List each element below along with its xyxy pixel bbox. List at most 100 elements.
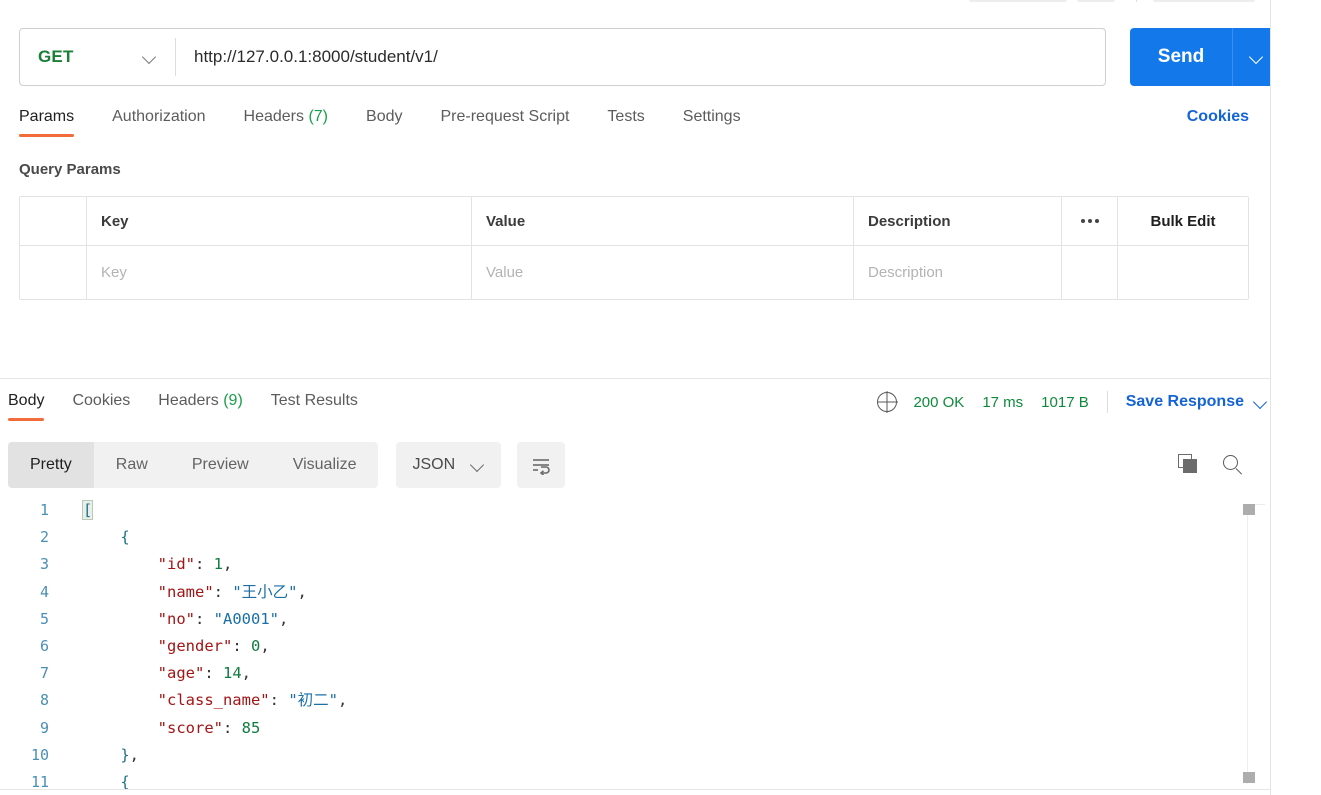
- tab-authorization-label: Authorization: [112, 108, 206, 125]
- response-tab-headers-count: (9): [223, 392, 243, 409]
- code-line: 10 },: [0, 742, 1270, 769]
- response-tab-cookies-label: Cookies: [72, 392, 131, 409]
- row-checkbox-cell[interactable]: [20, 246, 87, 299]
- chevron-down-icon: [143, 50, 157, 64]
- code-token: "id": [157, 555, 195, 574]
- response-tab-body[interactable]: Body: [8, 389, 45, 421]
- code-token: :: [204, 664, 223, 683]
- tab-settings[interactable]: Settings: [683, 105, 741, 137]
- code-token: "score": [157, 718, 223, 737]
- cookies-link[interactable]: Cookies: [1187, 105, 1249, 126]
- code-line-text: {: [63, 524, 1270, 551]
- line-number: 10: [30, 745, 49, 764]
- copy-icon[interactable]: [1178, 454, 1200, 476]
- code-token: :: [222, 718, 242, 737]
- response-time: 17 ms: [982, 393, 1024, 411]
- line-number: 9: [39, 718, 49, 737]
- row-key-input[interactable]: Key: [87, 246, 472, 299]
- row-description-input[interactable]: Description: [854, 246, 1062, 299]
- more-options-icon: [1080, 219, 1099, 223]
- row-value-input[interactable]: Value: [472, 246, 854, 299]
- url-input[interactable]: http://127.0.0.1:8000/student/v1/: [176, 29, 1105, 85]
- line-number: 8: [39, 691, 49, 710]
- code-token: ,: [241, 664, 252, 683]
- bulk-edit-button[interactable]: Bulk Edit: [1118, 197, 1248, 245]
- code-line-text: "id": 1,: [63, 551, 1270, 578]
- chevron-down-icon: [1250, 50, 1264, 64]
- tab-tests[interactable]: Tests: [607, 105, 644, 137]
- response-tab-headers-label: Headers: [158, 392, 219, 409]
- search-icon[interactable]: [1222, 454, 1244, 476]
- format-label: JSON: [412, 456, 456, 473]
- scrollbar-thumb-top[interactable]: [1243, 504, 1255, 515]
- method-url-group: GET http://127.0.0.1:8000/student/v1/: [19, 28, 1106, 86]
- response-meta: 200 OK 17 ms 1017 B Save Response: [877, 389, 1268, 413]
- code-token: ,: [337, 691, 348, 710]
- send-button[interactable]: Send: [1130, 28, 1232, 86]
- save-response-button[interactable]: Save Response: [1126, 393, 1244, 411]
- tab-headers[interactable]: Headers (7): [244, 105, 329, 137]
- view-mode-visualize[interactable]: Visualize: [271, 442, 379, 488]
- code-token: {: [120, 528, 130, 547]
- code-token: ,: [129, 745, 140, 764]
- right-sidebar-pane: [1271, 0, 1321, 795]
- response-tab-test-results-label: Test Results: [270, 392, 358, 409]
- bottom-edge-divider: [0, 789, 1270, 790]
- tab-pre-request-script-label: Pre-request Script: [440, 108, 570, 125]
- code-line: 11 {: [0, 769, 1270, 795]
- request-url-bar: GET http://127.0.0.1:8000/student/v1/ Se…: [19, 28, 1280, 86]
- view-mode-raw[interactable]: Raw: [94, 442, 170, 488]
- code-token: ,: [278, 609, 289, 628]
- response-tab-headers[interactable]: Headers (9): [158, 389, 243, 421]
- top-chrome-separator: [1136, 0, 1137, 2]
- table-options-button[interactable]: [1062, 197, 1118, 245]
- json-code: 1[2 {3 "id": 1, 4 "name": "王小乙", 5 "no": "…: [0, 497, 1270, 795]
- code-line-text: "no": "A0001",: [63, 606, 1270, 633]
- response-tab-cookies[interactable]: Cookies: [72, 389, 130, 421]
- format-selector[interactable]: JSON: [396, 442, 502, 488]
- line-number: 11: [30, 772, 49, 791]
- header-key: Key: [87, 197, 472, 245]
- url-text: http://127.0.0.1:8000/student/v1/: [194, 47, 438, 66]
- response-tabs: Body Cookies Headers (9) Test Results 20…: [8, 389, 1268, 429]
- response-body-toolbar: Pretty Raw Preview Visualize JSON: [8, 442, 1268, 488]
- code-token: ,: [223, 555, 233, 574]
- view-mode-pretty[interactable]: Pretty: [8, 442, 94, 488]
- code-line-text: "class_name": "初二",: [63, 687, 1270, 714]
- line-number: 6: [39, 636, 49, 655]
- code-token: }: [120, 745, 130, 764]
- chevron-down-icon[interactable]: [1254, 395, 1268, 409]
- tab-params[interactable]: Params: [19, 105, 75, 137]
- word-wrap-icon: [533, 459, 550, 475]
- word-wrap-button[interactable]: [517, 442, 566, 488]
- line-number: 7: [39, 664, 49, 683]
- code-token: "no": [157, 609, 195, 628]
- tab-pre-request-script[interactable]: Pre-request Script: [440, 105, 569, 137]
- header-checkbox-cell: [20, 197, 87, 245]
- code-token: ,: [260, 636, 270, 655]
- code-token: ,: [297, 582, 307, 601]
- code-token: "初二": [288, 691, 338, 710]
- code-token: "王小乙": [232, 582, 298, 601]
- tab-authorization[interactable]: Authorization: [112, 105, 205, 137]
- code-token: 85: [241, 718, 261, 737]
- code-line-text: "name": "王小乙",: [63, 579, 1270, 606]
- scrollbar-thumb-bottom[interactable]: [1243, 772, 1255, 783]
- view-mode-preview[interactable]: Preview: [170, 442, 271, 488]
- code-token: :: [194, 609, 214, 628]
- tab-headers-label: Headers: [243, 108, 304, 125]
- response-body-viewer[interactable]: 1[2 {3 "id": 1, 4 "name": "王小乙", 5 "no": "…: [0, 497, 1270, 795]
- response-tab-test-results[interactable]: Test Results: [271, 389, 358, 421]
- code-token: 1: [213, 555, 223, 574]
- globe-icon[interactable]: [877, 392, 898, 412]
- http-method-selector[interactable]: GET: [20, 29, 175, 85]
- http-method-label: GET: [38, 47, 74, 66]
- response-size: 1017 B: [1041, 393, 1089, 411]
- code-scrollbar[interactable]: [1243, 500, 1265, 790]
- line-number: 1: [39, 501, 49, 519]
- tab-body[interactable]: Body: [366, 105, 402, 137]
- tab-body-label: Body: [366, 108, 403, 125]
